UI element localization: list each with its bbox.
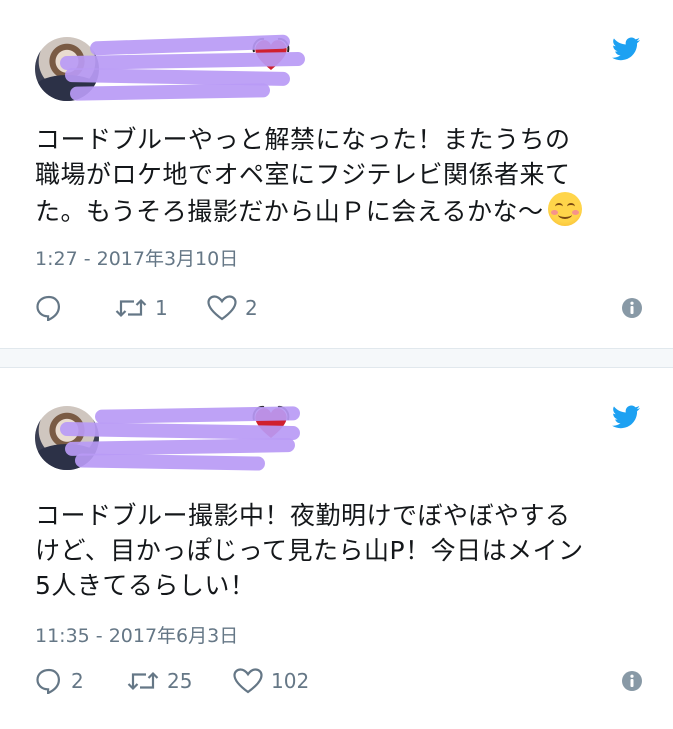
twitter-bird-icon <box>612 405 640 429</box>
retweet-icon <box>127 671 159 691</box>
tweet-text-line: 職場がロケ地でオペ室にフジテレビ関係者来て <box>35 160 571 189</box>
reply-button[interactable] <box>35 295 115 321</box>
like-button[interactable]: 102 <box>233 668 309 694</box>
reply-icon <box>36 668 61 694</box>
retweet-button[interactable]: 25 <box>127 669 233 693</box>
like-button[interactable]: 2 <box>207 295 258 321</box>
tweet-card[interactable]: コードブルー撮影中！夜勤明けでぼやぼやする けど、目かっぽじって見たら山P！今日… <box>0 367 673 729</box>
redacted-user-name <box>59 30 306 102</box>
retweet-icon <box>115 298 147 318</box>
info-icon <box>622 298 642 318</box>
like-count: 2 <box>245 296 258 320</box>
tweet-text-line: た。もうそろ撮影だから山Ｐに会えるかな〜 <box>35 197 544 226</box>
retweet-button[interactable]: 1 <box>115 296 207 320</box>
tweet-text-line: 5人きてるらしい！ <box>35 571 256 600</box>
tweet-text-line: コードブルー撮影中！夜勤明けでぼやぼやする <box>35 501 571 530</box>
reply-count: 2 <box>71 669 84 693</box>
info-button[interactable] <box>621 670 643 692</box>
twitter-bird-icon <box>612 37 640 61</box>
retweet-count: 25 <box>167 669 193 693</box>
tweet-text-line: けど、目かっぽじって見たら山P！今日はメイン <box>35 536 584 565</box>
tweet-text-line: コードブルーやっと解禁になった！またうちの <box>35 125 571 154</box>
redacted-user-name <box>59 398 305 471</box>
tweet-actions: 2 25 102 <box>35 664 643 698</box>
tweet-timestamp[interactable]: 1:27 - 2017年3月10日 <box>35 244 238 271</box>
retweet-count: 1 <box>155 296 168 320</box>
reply-icon <box>36 295 61 321</box>
tweet-card[interactable]: コードブルーやっと解禁になった！またうちの 職場がロケ地でオペ室にフジテレビ関係… <box>0 0 673 349</box>
smiling-face-icon <box>547 192 582 226</box>
heart-icon <box>207 295 237 321</box>
tweet-text: コードブルーやっと解禁になった！またうちの 職場がロケ地でオペ室にフジテレビ関係… <box>35 122 645 229</box>
tweet-text: コードブルー撮影中！夜勤明けでぼやぼやする けど、目かっぽじって見たら山P！今日… <box>35 498 645 603</box>
tweet-actions: 1 2 <box>35 291 643 325</box>
reply-button[interactable]: 2 <box>35 668 127 694</box>
heart-icon <box>233 668 263 694</box>
info-button[interactable] <box>621 297 643 319</box>
like-count: 102 <box>271 669 310 693</box>
tweet-timestamp[interactable]: 11:35 - 2017年6月3日 <box>35 621 238 648</box>
info-icon <box>622 671 642 691</box>
